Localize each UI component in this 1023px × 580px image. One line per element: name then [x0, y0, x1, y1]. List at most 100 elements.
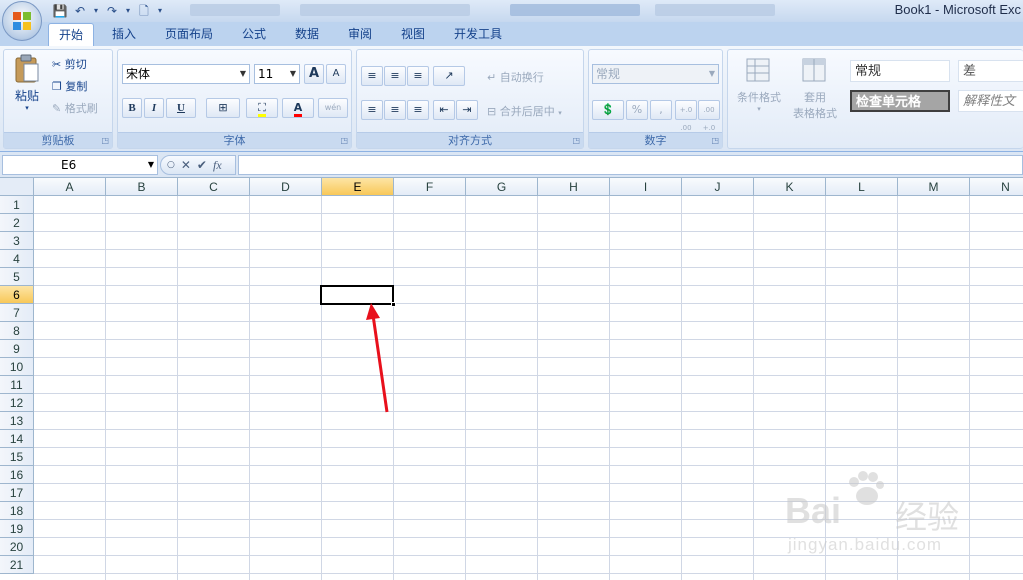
row-header-3[interactable]: 3	[0, 232, 34, 250]
select-all-corner[interactable]	[0, 178, 34, 196]
row-header-12[interactable]: 12	[0, 394, 34, 412]
fill-handle[interactable]	[391, 302, 396, 307]
row-header-9[interactable]: 9	[0, 340, 34, 358]
save-icon[interactable]: 💾	[52, 3, 68, 19]
style-normal[interactable]: 常规	[850, 60, 950, 82]
alignment-launcher-icon[interactable]: ◳	[572, 136, 580, 145]
paste-button[interactable]: 粘贴 ▾	[10, 54, 44, 114]
row-header-19[interactable]: 19	[0, 520, 34, 538]
grow-font-button[interactable]: A	[304, 64, 324, 84]
row-header-13[interactable]: 13	[0, 412, 34, 430]
office-button[interactable]	[2, 1, 42, 41]
align-top-button[interactable]: ≡	[361, 66, 383, 86]
expand-icon[interactable]: ○	[167, 160, 175, 170]
column-header-d[interactable]: D	[250, 178, 322, 196]
column-header-f[interactable]: F	[394, 178, 466, 196]
bold-button[interactable]: B	[122, 98, 142, 118]
underline-button[interactable]: U	[166, 98, 196, 118]
column-header-j[interactable]: J	[682, 178, 754, 196]
column-header-n[interactable]: N	[970, 178, 1023, 196]
format-painter-button[interactable]: ✎ 格式刷	[52, 100, 98, 116]
column-header-c[interactable]: C	[178, 178, 250, 196]
print-preview-icon[interactable]: 🗋	[136, 3, 152, 19]
style-bad[interactable]: 差	[958, 60, 1023, 82]
increase-decimal-button[interactable]: +.0 .00	[675, 100, 697, 132]
currency-button[interactable]: 💲	[592, 100, 624, 120]
align-center-button[interactable]: ≡	[384, 100, 406, 120]
column-header-e[interactable]: E	[322, 178, 394, 196]
column-header-b[interactable]: B	[106, 178, 178, 196]
active-cell[interactable]	[320, 285, 394, 305]
column-header-a[interactable]: A	[34, 178, 106, 196]
column-header-k[interactable]: K	[754, 178, 826, 196]
row-header-4[interactable]: 4	[0, 250, 34, 268]
column-header-g[interactable]: G	[466, 178, 538, 196]
font-size-select[interactable]: 11 ▼	[254, 64, 300, 84]
row-header-7[interactable]: 7	[0, 304, 34, 322]
row-header-1[interactable]: 1	[0, 196, 34, 214]
undo-dropdown-icon[interactable]: ▾	[92, 3, 100, 19]
style-explanatory[interactable]: 解释性文	[958, 90, 1023, 112]
decrease-decimal-button[interactable]: .00 +.0	[698, 100, 720, 132]
wrap-text-button[interactable]: ↵ 自动换行	[487, 69, 544, 85]
row-header-2[interactable]: 2	[0, 214, 34, 232]
row-header-16[interactable]: 16	[0, 466, 34, 484]
row-header-10[interactable]: 10	[0, 358, 34, 376]
decrease-indent-button[interactable]: ⇤	[433, 100, 455, 120]
redo-icon[interactable]: ↷	[104, 3, 120, 19]
tab-insert[interactable]: 插入	[102, 23, 146, 46]
style-check-cell[interactable]: 检查单元格	[850, 90, 950, 112]
format-as-table-button[interactable]: 套用 表格格式	[786, 56, 844, 121]
orientation-button[interactable]: ↗	[433, 66, 465, 86]
conditional-format-button[interactable]: 条件格式 ▾	[732, 56, 786, 113]
percent-button[interactable]: %	[626, 100, 648, 120]
fill-color-button[interactable]: ⛶	[246, 98, 278, 118]
align-right-button[interactable]: ≡	[407, 100, 429, 120]
tab-view[interactable]: 视图	[391, 23, 435, 46]
tab-developer[interactable]: 开发工具	[444, 23, 512, 46]
merge-center-button[interactable]: ⊟ 合并后居中 ▾	[487, 103, 562, 119]
column-header-i[interactable]: I	[610, 178, 682, 196]
row-header-8[interactable]: 8	[0, 322, 34, 340]
align-left-button[interactable]: ≡	[361, 100, 383, 120]
row-header-20[interactable]: 20	[0, 538, 34, 556]
cut-button[interactable]: ✂ 剪切	[52, 56, 87, 72]
row-header-17[interactable]: 17	[0, 484, 34, 502]
copy-button[interactable]: ❐ 复制	[52, 78, 87, 94]
row-header-21[interactable]: 21	[0, 556, 34, 574]
cancel-icon[interactable]: ✕	[181, 158, 191, 172]
tab-home[interactable]: 开始	[48, 23, 95, 46]
italic-button[interactable]: I	[144, 98, 164, 118]
row-header-5[interactable]: 5	[0, 268, 34, 286]
row-header-14[interactable]: 14	[0, 430, 34, 448]
row-header-6[interactable]: 6	[0, 286, 34, 304]
column-header-h[interactable]: H	[538, 178, 610, 196]
column-header-l[interactable]: L	[826, 178, 898, 196]
column-header-m[interactable]: M	[898, 178, 970, 196]
row-header-18[interactable]: 18	[0, 502, 34, 520]
customize-qat-icon[interactable]: ▾	[156, 3, 164, 19]
undo-icon[interactable]: ↶	[72, 3, 88, 19]
font-color-button[interactable]: A	[282, 98, 314, 118]
align-bottom-button[interactable]: ≡	[407, 66, 429, 86]
tab-data[interactable]: 数据	[285, 23, 329, 46]
insert-function-icon[interactable]: fx	[213, 158, 222, 173]
align-middle-button[interactable]: ≡	[384, 66, 406, 86]
font-name-select[interactable]: 宋体 ▼	[122, 64, 250, 84]
row-header-11[interactable]: 11	[0, 376, 34, 394]
border-button[interactable]: ⊞	[206, 98, 240, 118]
formula-input[interactable]	[238, 155, 1023, 175]
tab-page-layout[interactable]: 页面布局	[155, 23, 223, 46]
tab-formulas[interactable]: 公式	[232, 23, 276, 46]
number-launcher-icon[interactable]: ◳	[711, 136, 719, 145]
increase-indent-button[interactable]: ⇥	[456, 100, 478, 120]
redo-dropdown-icon[interactable]: ▾	[124, 3, 132, 19]
clipboard-launcher-icon[interactable]: ◳	[101, 136, 109, 145]
number-format-select[interactable]: 常规 ▼	[592, 64, 719, 84]
font-launcher-icon[interactable]: ◳	[340, 136, 348, 145]
row-header-15[interactable]: 15	[0, 448, 34, 466]
phonetic-button[interactable]: wén	[318, 98, 348, 118]
shrink-font-button[interactable]: A	[326, 64, 346, 84]
enter-icon[interactable]: ✔	[197, 158, 207, 172]
name-box[interactable]: E6 ▼	[2, 155, 158, 175]
